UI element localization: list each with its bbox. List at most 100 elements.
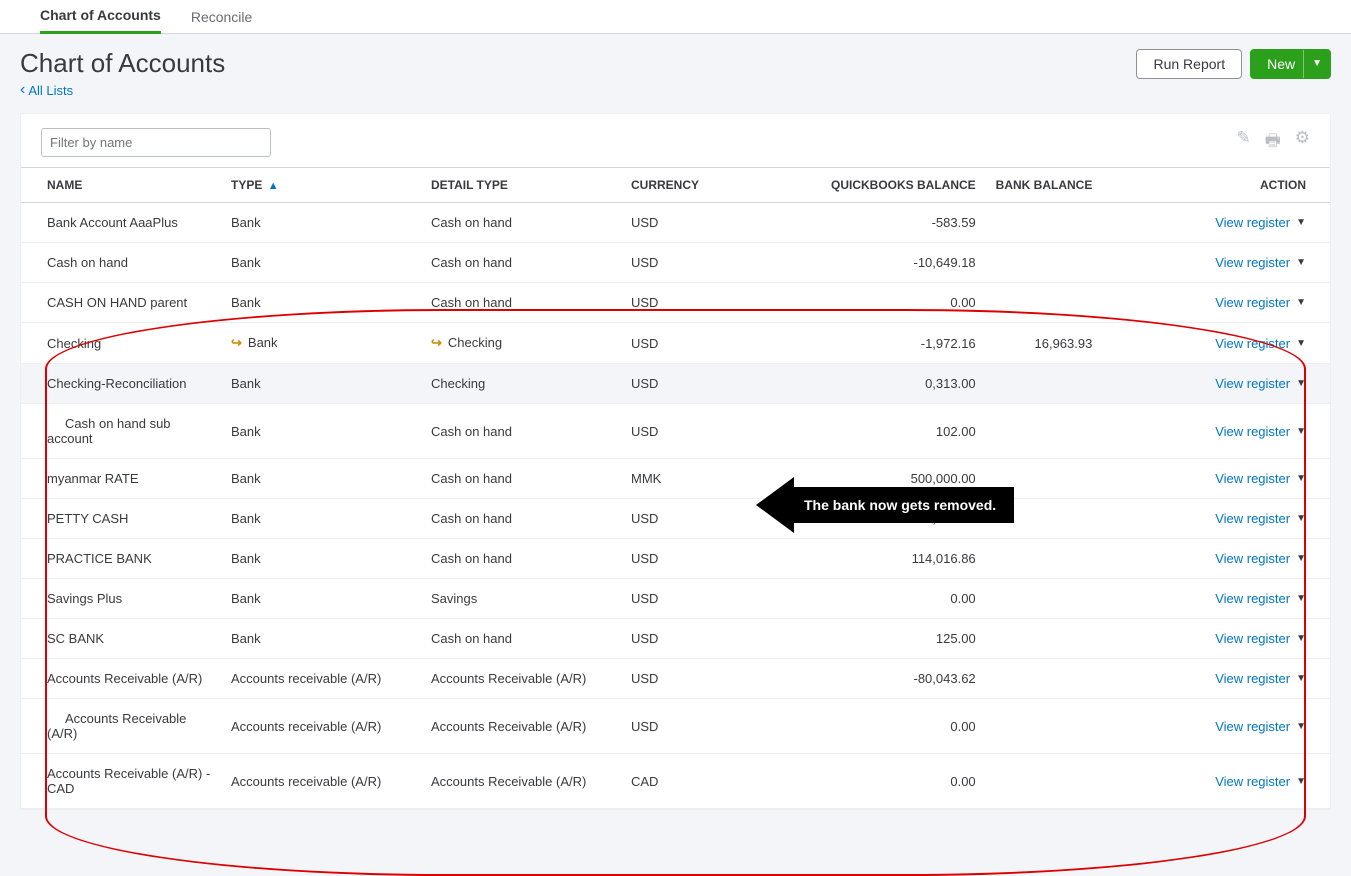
cell-detail: Cash on hand [421,404,621,459]
cell-qb-balance: 102.00 [821,404,986,459]
cell-type: Bank [221,203,421,243]
chevron-down-icon[interactable]: ▼ [1312,58,1322,69]
view-register-link[interactable]: View register [1215,376,1290,391]
cell-currency: MMK [621,459,821,499]
row-action-dropdown-icon[interactable]: ▼ [1296,553,1306,564]
cell-bank-balance [986,499,1103,539]
table-row[interactable]: CheckingBankCheckingUSD-1,972.1616,963.9… [21,323,1330,364]
view-register-link[interactable]: View register [1215,295,1290,310]
table-row[interactable]: Savings PlusBankSavingsUSD0.00View regis… [21,579,1330,619]
cell-detail: Accounts Receivable (A/R) [421,754,621,809]
cell-bank-balance [986,579,1103,619]
back-link-all-lists[interactable]: All Lists [20,81,73,99]
cell-action: View register ▼ [1102,579,1330,619]
filter-input[interactable] [41,128,271,157]
cell-action: View register ▼ [1102,323,1330,364]
row-action-dropdown-icon[interactable]: ▼ [1296,673,1306,684]
table-row[interactable]: CASH ON HAND parentBankCash on handUSD0.… [21,283,1330,323]
accounts-table: NAME TYPE ▲ DETAIL TYPE CURRENCY QUICKBO… [21,167,1330,809]
row-action-dropdown-icon[interactable]: ▼ [1296,721,1306,732]
col-detail[interactable]: DETAIL TYPE [421,168,621,203]
cell-name: Accounts Receivable (A/R) [21,659,221,699]
cell-qb-balance: 125.00 [821,619,986,659]
new-button[interactable]: New ▼ [1250,49,1331,79]
cell-bank-balance: 16,963.93 [986,323,1103,364]
table-row[interactable]: Accounts Receivable (A/R) - CADAccounts … [21,754,1330,809]
tabs-bar: Chart of Accounts Reconcile [0,0,1351,34]
row-action-dropdown-icon[interactable]: ▼ [1296,378,1306,389]
col-type[interactable]: TYPE ▲ [221,168,421,203]
col-name[interactable]: NAME [21,168,221,203]
cell-qb-balance: 0.00 [821,283,986,323]
print-icon[interactable]: 🖶 [1265,128,1281,157]
cell-currency: USD [621,404,821,459]
table-row[interactable]: Checking-ReconciliationBankCheckingUSD0,… [21,364,1330,404]
cell-detail: Cash on hand [421,459,621,499]
row-action-dropdown-icon[interactable]: ▼ [1296,593,1306,604]
row-action-dropdown-icon[interactable]: ▼ [1296,513,1306,524]
cell-name: Accounts Receivable (A/R) - CAD [21,754,221,809]
col-bank-balance[interactable]: BANK BALANCE [986,168,1103,203]
view-register-link[interactable]: View register [1215,719,1290,734]
cell-name: Cash on hand sub account [21,404,221,459]
table-row[interactable]: Bank Account AaaPlusBankCash on handUSD-… [21,203,1330,243]
view-register-link[interactable]: View register [1215,631,1290,646]
view-register-link[interactable]: View register [1215,215,1290,230]
cell-currency: USD [621,283,821,323]
tab-reconcile[interactable]: Reconcile [191,1,252,33]
col-currency[interactable]: CURRENCY [621,168,821,203]
view-register-link[interactable]: View register [1215,255,1290,270]
row-action-dropdown-icon[interactable]: ▼ [1296,217,1306,228]
view-register-link[interactable]: View register [1215,511,1290,526]
cell-detail: Cash on hand [421,619,621,659]
table-row[interactable]: Accounts Receivable (A/R)Accounts receiv… [21,659,1330,699]
cell-detail: Cash on hand [421,243,621,283]
edit-icon[interactable]: ✎ [1236,128,1250,157]
cell-currency: USD [621,364,821,404]
row-action-dropdown-icon[interactable]: ▼ [1296,776,1306,787]
cell-currency: USD [621,539,821,579]
table-row[interactable]: myanmar RATEBankCash on handMMK500,000.0… [21,459,1330,499]
row-action-dropdown-icon[interactable]: ▼ [1296,473,1306,484]
cell-type: Accounts receivable (A/R) [221,754,421,809]
cell-qb-balance: 0.00 [821,579,986,619]
cell-name: Checking-Reconciliation [21,364,221,404]
row-action-dropdown-icon[interactable]: ▼ [1296,633,1306,644]
cell-bank-balance [986,203,1103,243]
row-action-dropdown-icon[interactable]: ▼ [1296,426,1306,437]
table-row[interactable]: PRACTICE BANKBankCash on handUSD114,016.… [21,539,1330,579]
view-register-link[interactable]: View register [1215,471,1290,486]
view-register-link[interactable]: View register [1215,336,1290,351]
table-row[interactable]: Accounts Receivable (A/R)Accounts receiv… [21,699,1330,754]
cell-name: CASH ON HAND parent [21,283,221,323]
table-row[interactable]: Cash on hand sub accountBankCash on hand… [21,404,1330,459]
cell-detail: Cash on hand [421,499,621,539]
cell-currency: USD [621,203,821,243]
table-row[interactable]: Cash on handBankCash on handUSD-10,649.1… [21,243,1330,283]
cell-action: View register ▼ [1102,619,1330,659]
cell-action: View register ▼ [1102,539,1330,579]
view-register-link[interactable]: View register [1215,424,1290,439]
cell-currency: USD [621,323,821,364]
col-qb-balance[interactable]: QUICKBOOKS BALANCE [821,168,986,203]
cell-currency: USD [621,659,821,699]
cell-type: Bank [221,459,421,499]
row-action-dropdown-icon[interactable]: ▼ [1296,338,1306,349]
view-register-link[interactable]: View register [1215,671,1290,686]
cell-currency: CAD [621,754,821,809]
run-report-button[interactable]: Run Report [1136,49,1242,79]
row-action-dropdown-icon[interactable]: ▼ [1296,257,1306,268]
table-row[interactable]: SC BANKBankCash on handUSD125.00View reg… [21,619,1330,659]
table-row[interactable]: PETTY CASHBankCash on handUSD-6,230.78Vi… [21,499,1330,539]
gear-icon[interactable]: ⚙ [1295,128,1310,157]
view-register-link[interactable]: View register [1215,591,1290,606]
view-register-link[interactable]: View register [1215,551,1290,566]
cell-name: Bank Account AaaPlus [21,203,221,243]
cell-name: Savings Plus [21,579,221,619]
cell-detail: Accounts Receivable (A/R) [421,699,621,754]
cell-name: PRACTICE BANK [21,539,221,579]
tab-chart-of-accounts[interactable]: Chart of Accounts [40,0,161,34]
accounts-card: ✎ 🖶 ⚙ NAME TYPE ▲ DETAIL TYPE CURRENCY Q… [20,113,1331,810]
cell-detail: Checking [421,364,621,404]
row-action-dropdown-icon[interactable]: ▼ [1296,297,1306,308]
